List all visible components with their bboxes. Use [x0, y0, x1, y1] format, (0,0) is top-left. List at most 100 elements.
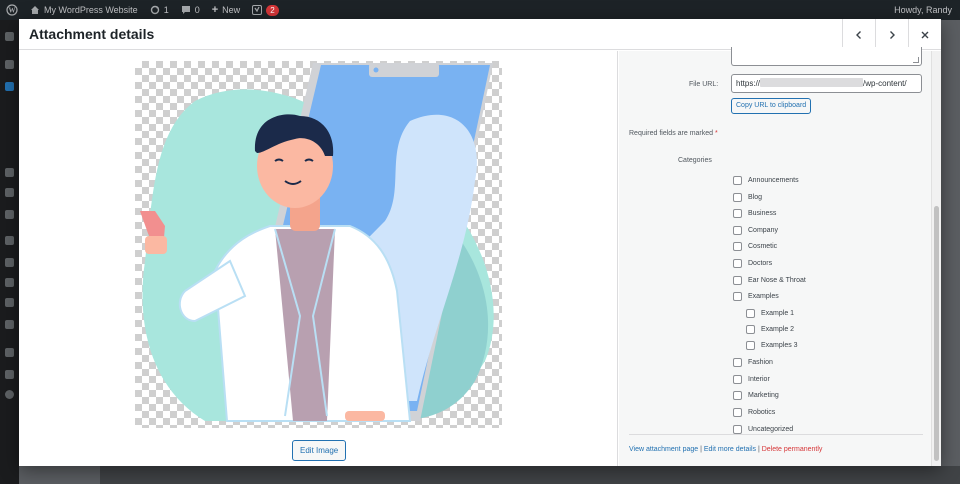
- comments-link[interactable]: 0: [175, 0, 206, 20]
- category-checkbox-example-2[interactable]: Example 2: [746, 325, 794, 334]
- category-checkbox-robotics[interactable]: Robotics: [733, 408, 775, 417]
- category-checkbox-business[interactable]: Business: [733, 209, 776, 218]
- checkbox[interactable]: [733, 276, 742, 285]
- checkbox[interactable]: [746, 325, 755, 334]
- svg-text:W: W: [9, 7, 16, 15]
- category-label: Examples 3: [761, 342, 798, 349]
- category-checkbox-uncategorized[interactable]: Uncategorized: [733, 425, 793, 434]
- file-url-field[interactable]: https:// /wp-content/: [731, 74, 922, 93]
- copy-url-button[interactable]: Copy URL to clipboard: [731, 98, 812, 114]
- seo-icon: [5, 320, 14, 329]
- attachment-actions: View attachment page | Edit more details…: [629, 446, 822, 453]
- redacted-url-segment: [760, 78, 864, 87]
- file-url-suffix: /wp-content/: [863, 79, 907, 88]
- category-label: Robotics: [748, 409, 776, 416]
- attachment-details-modal: Attachment details Edit Image File URL: …: [19, 19, 941, 466]
- category-checkbox-ear-nose-throat[interactable]: Ear Nose & Throat: [733, 276, 806, 285]
- required-asterisk: *: [715, 130, 718, 137]
- checkbox[interactable]: [746, 341, 755, 350]
- comment-bubble-icon: [181, 6, 190, 14]
- delete-permanently-link[interactable]: Delete permanently: [762, 446, 823, 453]
- wordpress-logo-icon[interactable]: W: [0, 0, 24, 20]
- checkbox[interactable]: [733, 292, 742, 301]
- dashboard-icon: [5, 32, 14, 41]
- settings-icon: [5, 298, 14, 307]
- category-checkbox-fashion[interactable]: Fashion: [733, 358, 773, 367]
- next-attachment-button[interactable]: [875, 19, 908, 50]
- yoast-icon: [252, 5, 263, 15]
- checkbox[interactable]: [733, 176, 742, 185]
- category-label: Example 2: [761, 326, 795, 333]
- checkbox[interactable]: [733, 193, 742, 202]
- checkbox[interactable]: [733, 226, 742, 235]
- category-label: Business: [748, 210, 777, 217]
- checkbox[interactable]: [733, 425, 742, 434]
- new-content-link[interactable]: + New: [206, 0, 246, 20]
- close-icon: [921, 31, 929, 38]
- category-checkbox-cosmetic[interactable]: Cosmetic: [733, 242, 777, 251]
- file-url-label: File URL:: [689, 81, 719, 88]
- yoast-seo-link[interactable]: 2: [246, 0, 284, 20]
- updates-link[interactable]: 1: [144, 0, 175, 20]
- site-name-link[interactable]: My WordPress Website: [24, 0, 144, 20]
- checkbox[interactable]: [733, 375, 742, 384]
- plus-icon: +: [211, 4, 219, 16]
- category-label: Examples: [748, 293, 779, 300]
- category-label: Fashion: [748, 359, 773, 366]
- category-checkbox-examples-3[interactable]: Examples 3: [746, 341, 798, 350]
- category-label: Interior: [748, 376, 770, 383]
- checkbox[interactable]: [733, 391, 742, 400]
- chevron-right-icon: [890, 30, 895, 39]
- checkbox[interactable]: [733, 358, 742, 367]
- my-account-link[interactable]: Howdy, Randy: [888, 0, 960, 20]
- site-name: My WordPress Website: [44, 5, 138, 15]
- required-note-text: Required fields are marked: [629, 130, 714, 137]
- new-label: New: [222, 5, 241, 15]
- updates-icon: [150, 5, 159, 15]
- doctor-illustration: [140, 63, 494, 422]
- attachment-image: [135, 61, 502, 428]
- plugins-icon: [5, 236, 14, 245]
- category-checkbox-blog[interactable]: Blog: [733, 193, 762, 202]
- edit-image-button[interactable]: Edit Image: [292, 440, 347, 461]
- category-label: Announcements: [748, 177, 799, 184]
- previous-attachment-button[interactable]: [842, 19, 875, 50]
- category-checkbox-marketing[interactable]: Marketing: [733, 391, 779, 400]
- category-checkbox-example-1[interactable]: Example 1: [746, 309, 794, 318]
- modal-header: Attachment details: [19, 19, 941, 50]
- description-textarea[interactable]: [731, 47, 922, 66]
- category-label: Blog: [748, 194, 763, 201]
- attachment-preview: Edit Image: [19, 51, 618, 466]
- checkbox[interactable]: [733, 259, 742, 268]
- checkbox[interactable]: [733, 408, 742, 417]
- collapse-menu-icon: [5, 390, 14, 399]
- checkbox[interactable]: [733, 242, 742, 251]
- category-label: Doctors: [748, 260, 773, 267]
- category-label: Example 1: [761, 310, 795, 317]
- file-url-prefix: https://: [736, 79, 761, 88]
- category-checkbox-doctors[interactable]: Doctors: [733, 259, 772, 268]
- scrollbar-thumb[interactable]: [934, 206, 939, 461]
- category-checkbox-interior[interactable]: Interior: [733, 375, 770, 384]
- chevron-left-icon: [856, 30, 861, 39]
- checkbox[interactable]: [746, 309, 755, 318]
- posts-icon: [5, 60, 14, 69]
- users-icon: [5, 258, 14, 267]
- category-label: Marketing: [748, 392, 779, 399]
- category-checkbox-announcements[interactable]: Announcements: [733, 176, 799, 185]
- tools-icon: [5, 278, 14, 287]
- details-scrollbar[interactable]: [931, 51, 941, 466]
- category-label: Cosmetic: [748, 243, 778, 250]
- admin-sidebar: [0, 20, 19, 484]
- footer-divider: [629, 434, 923, 435]
- close-modal-button[interactable]: [908, 19, 941, 50]
- checkbox[interactable]: [733, 209, 742, 218]
- category-label: Company: [748, 227, 778, 234]
- modal-title: Attachment details: [29, 26, 155, 42]
- media-icon: [5, 82, 14, 91]
- extra-menu-icon: [5, 370, 14, 379]
- view-attachment-page-link[interactable]: View attachment page: [629, 446, 698, 453]
- edit-more-details-link[interactable]: Edit more details: [704, 446, 756, 453]
- category-checkbox-company[interactable]: Company: [733, 226, 778, 235]
- category-checkbox-examples[interactable]: Examples: [733, 292, 779, 301]
